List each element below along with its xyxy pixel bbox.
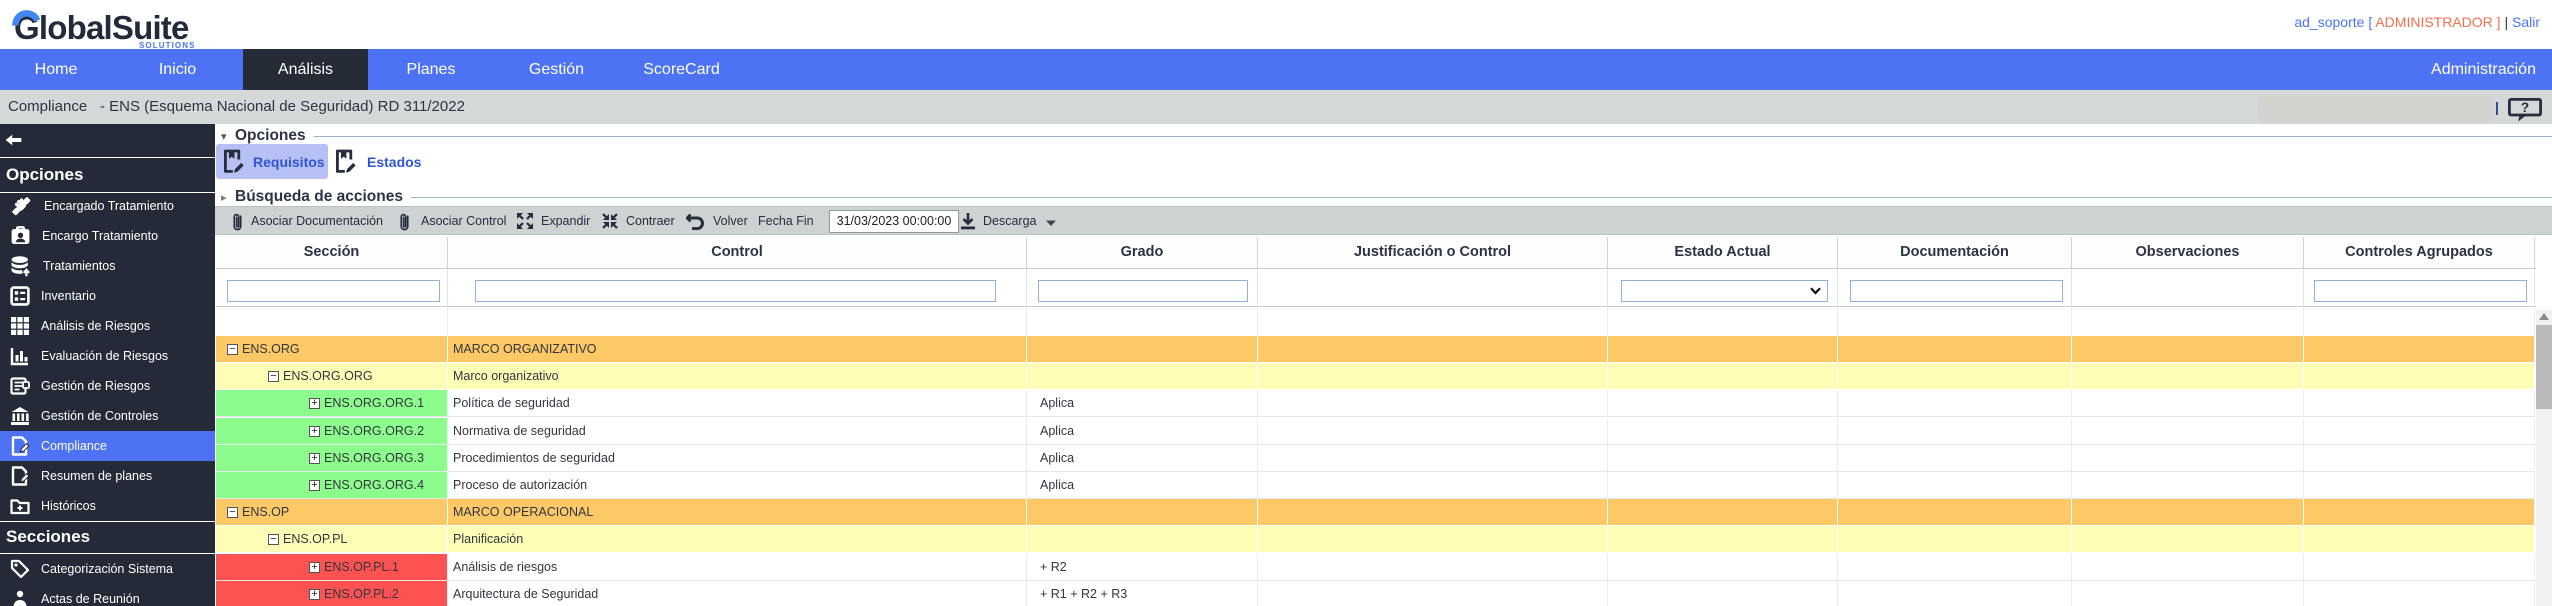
svg-text:?: ? <box>2521 100 2529 115</box>
